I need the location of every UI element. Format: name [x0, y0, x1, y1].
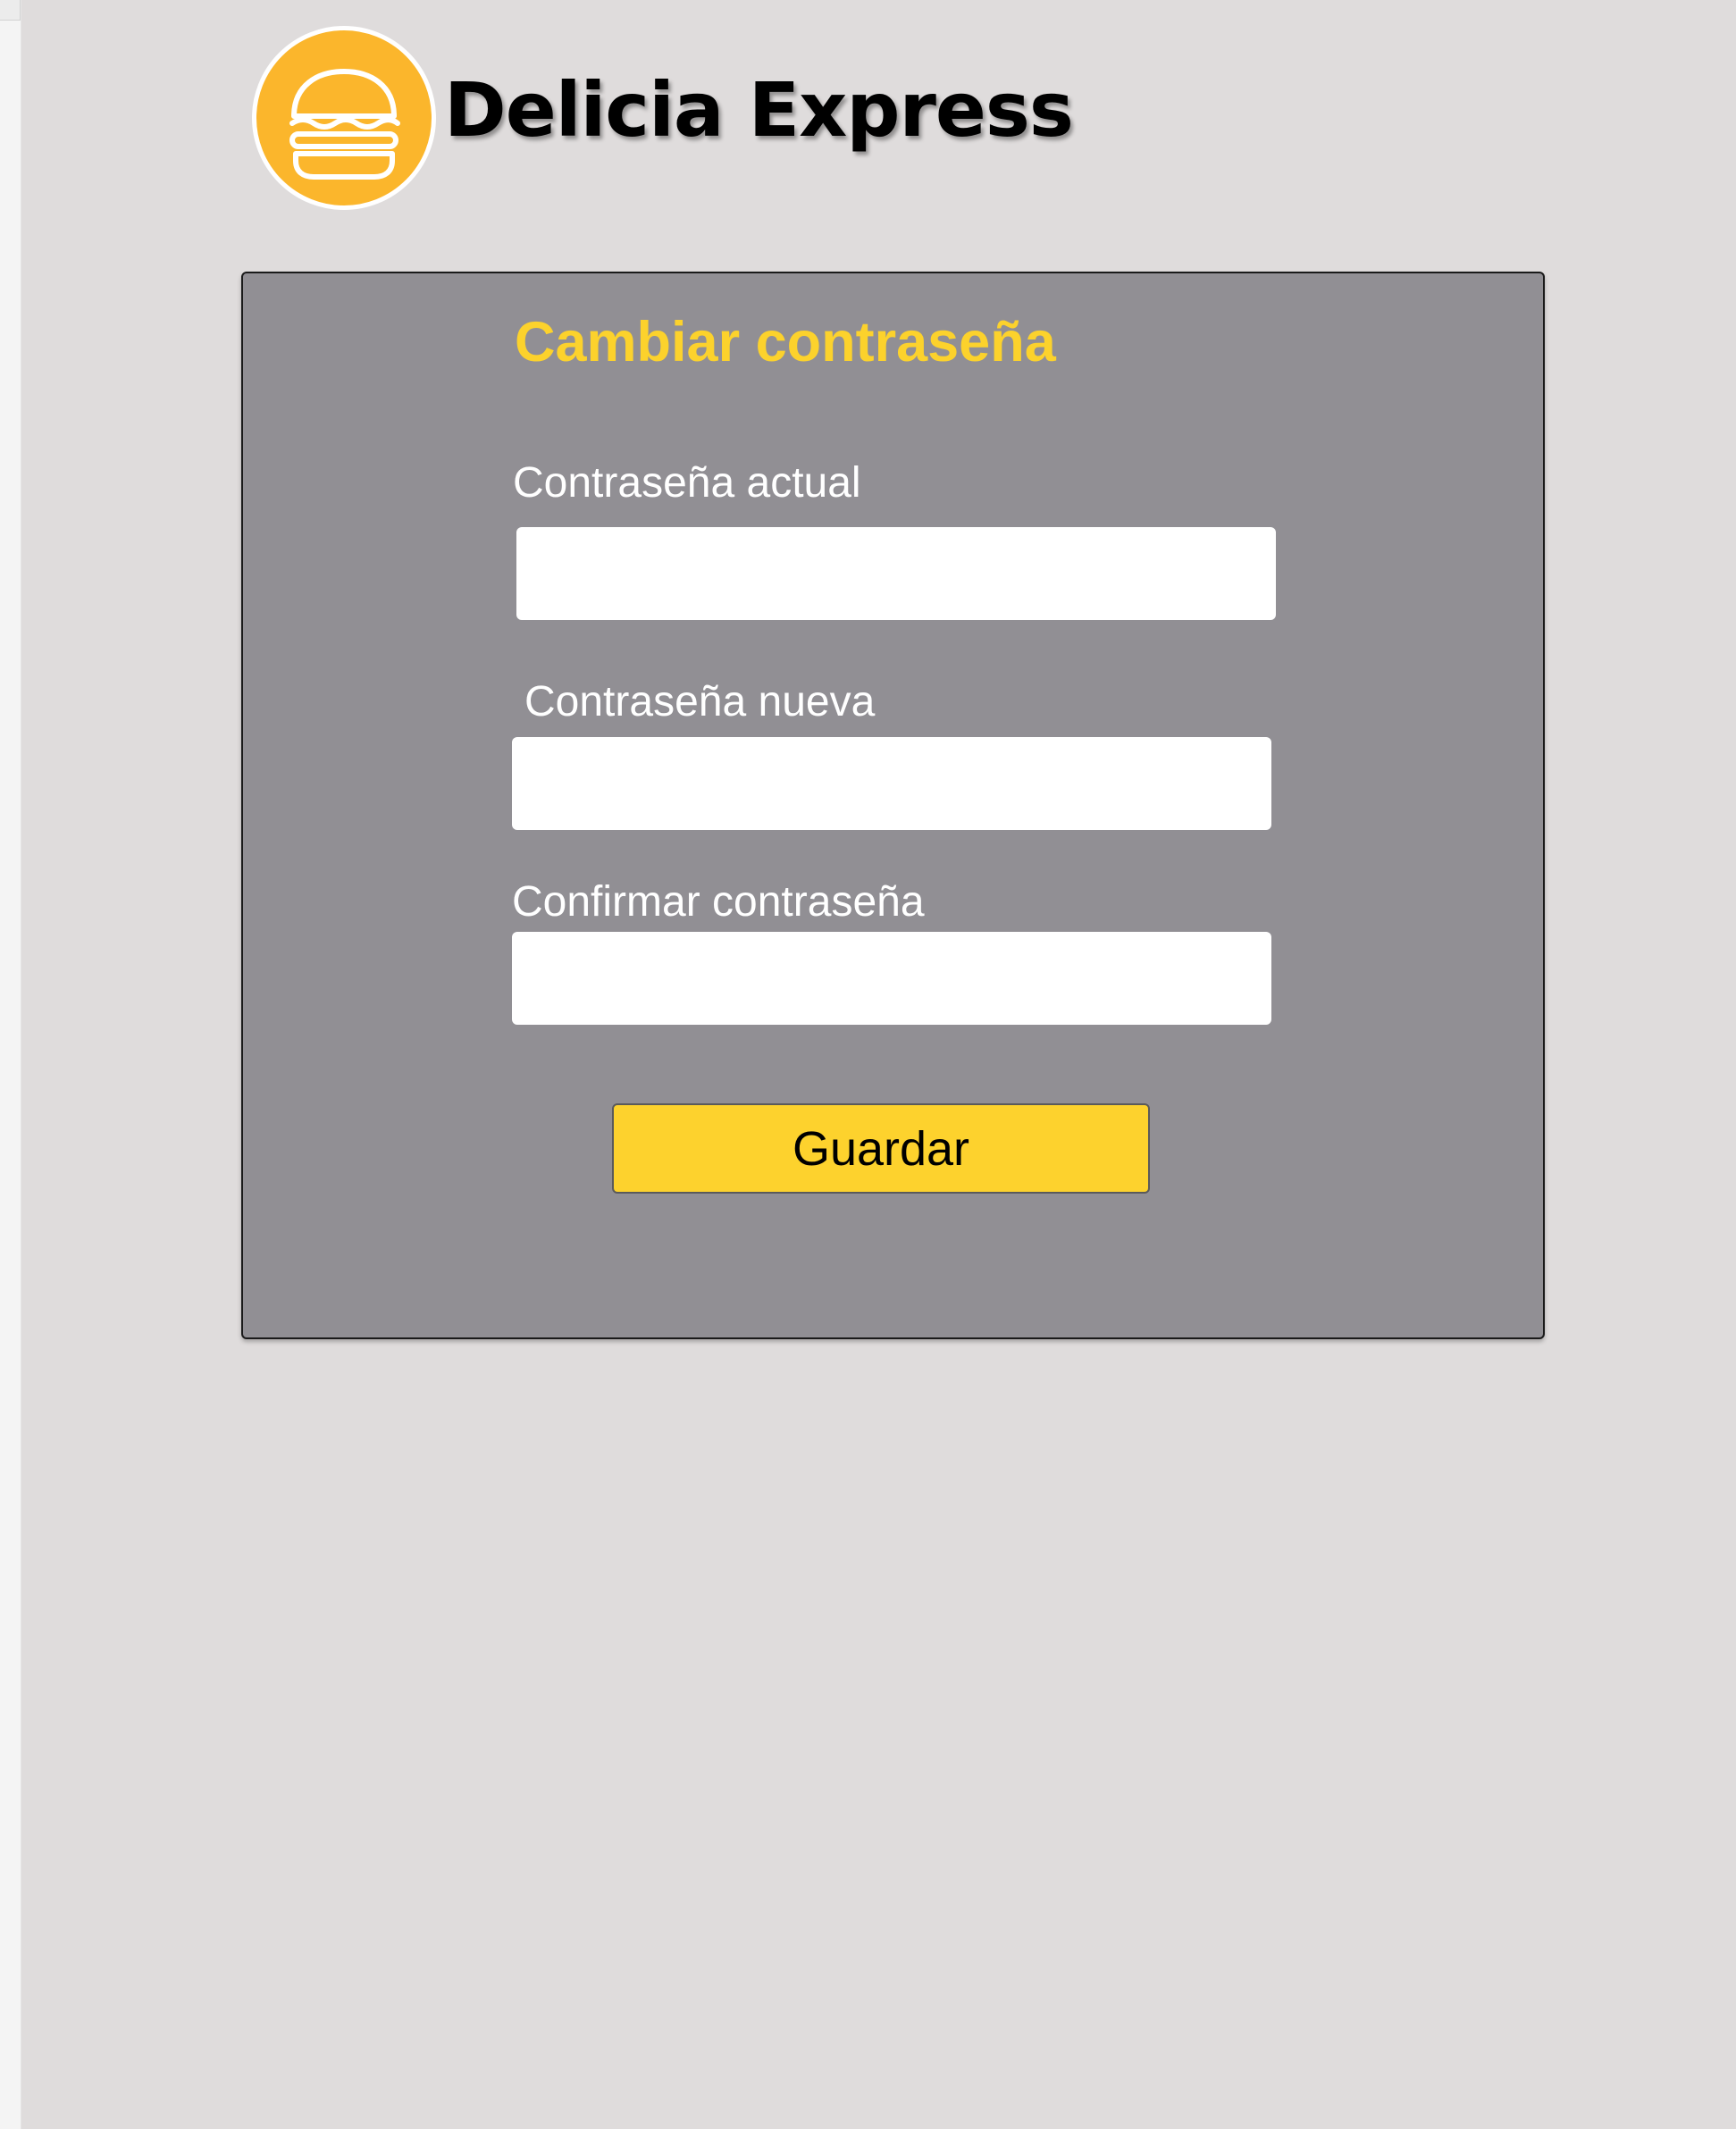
confirm-password-input[interactable]: [512, 932, 1271, 1025]
current-password-label: Contraseña actual: [513, 459, 861, 507]
brand-logo: [252, 26, 436, 210]
save-button[interactable]: Guardar: [612, 1103, 1150, 1194]
brand-name: Delicia Express: [444, 66, 1074, 154]
corner-box: [0, 0, 21, 21]
burger-icon: [289, 69, 400, 180]
page-title: Cambiar contraseña: [515, 311, 1056, 373]
new-password-label: Contraseña nueva: [524, 678, 876, 725]
confirm-password-label: Confirmar contraseña: [512, 878, 925, 926]
current-password-input[interactable]: [516, 527, 1276, 620]
left-edge-strip: [0, 0, 21, 2129]
new-password-input[interactable]: [512, 737, 1271, 830]
